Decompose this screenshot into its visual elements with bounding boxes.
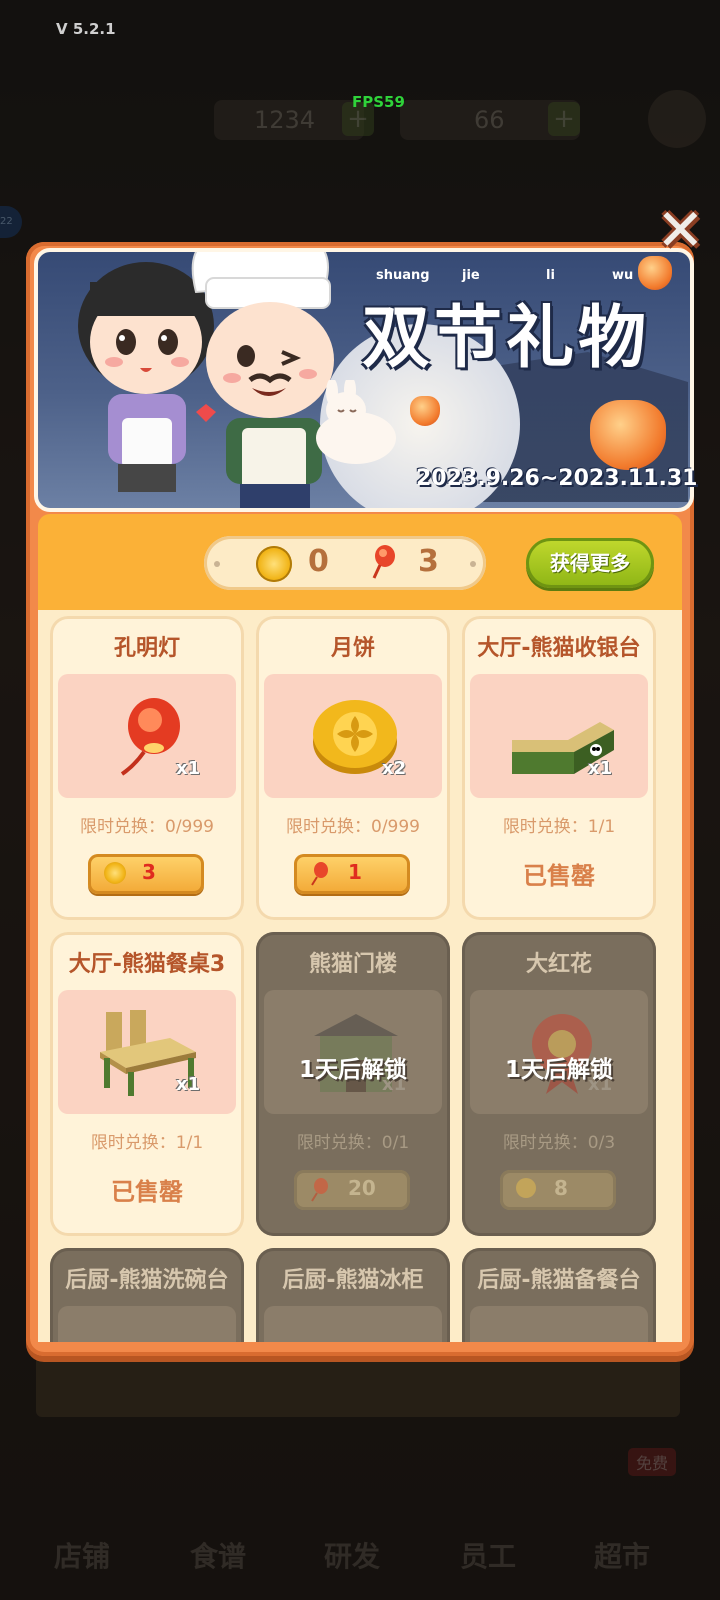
item-card-red-flower[interactable]: 大红花 x1 1天后解锁 限时兑换：0/3 8 bbox=[462, 932, 656, 1236]
item-card-mooncake[interactable]: 月饼 x2 限时兑换：0/999 1 bbox=[256, 616, 450, 920]
item-image: x1 bbox=[470, 674, 648, 798]
lantern-count: 3 bbox=[418, 544, 439, 579]
item-quantity: x2 bbox=[382, 758, 407, 779]
item-card-panda-fridge[interactable]: 后厨-熊猫冰柜 bbox=[256, 1248, 450, 1342]
pinyin-jie: jie bbox=[462, 268, 480, 283]
item-card-panda-cashier[interactable]: 大厅-熊猫收银台 x1 限时兑换：1/1 已售罄 bbox=[462, 616, 656, 920]
close-button[interactable]: ✕ bbox=[656, 201, 705, 259]
exchange-limit: 限时兑换：0/3 bbox=[502, 1133, 616, 1153]
item-name: 大红花 bbox=[525, 952, 592, 977]
exchange-limit: 限时兑换：0/1 bbox=[296, 1133, 410, 1153]
mooncake-icon bbox=[104, 862, 126, 884]
mooncake-count: 0 bbox=[308, 544, 329, 579]
item-image: x2 bbox=[264, 674, 442, 798]
currency-pill bbox=[204, 536, 486, 590]
item-card-panda-gate[interactable]: 熊猫门楼 x1 1天后解锁 限时兑换：0/1 20 bbox=[256, 932, 450, 1236]
item-name: 大厅-熊猫收银台 bbox=[477, 636, 641, 661]
item-name: 大厅-熊猫餐桌3 bbox=[68, 952, 226, 977]
exchange-limit: 限时兑换：0/999 bbox=[286, 817, 420, 837]
sold-out-label: 已售罄 bbox=[111, 1178, 183, 1206]
rabbit-illustration bbox=[316, 380, 396, 464]
item-image: x1 bbox=[58, 990, 236, 1114]
item-name: 后厨-熊猫冰柜 bbox=[282, 1268, 424, 1293]
item-quantity: x1 bbox=[588, 758, 613, 779]
exchange-button[interactable]: 8 bbox=[500, 1170, 616, 1210]
price-value: 20 bbox=[348, 1176, 376, 1200]
item-image bbox=[58, 1306, 236, 1342]
item-image: x1 bbox=[58, 674, 236, 798]
mooncake-currency-icon bbox=[256, 546, 292, 582]
event-title: 双节礼物 bbox=[362, 299, 651, 378]
item-card-sky-lantern[interactable]: 孔明灯 x1 限时兑换：0/999 3 bbox=[50, 616, 244, 920]
mooncake-icon bbox=[516, 1178, 536, 1198]
sold-out-label: 已售罄 bbox=[523, 862, 595, 890]
exchange-limit: 限时兑换：1/1 bbox=[90, 1133, 204, 1153]
get-more-button[interactable]: 获得更多 bbox=[526, 538, 654, 588]
exchange-button[interactable]: 20 bbox=[294, 1170, 410, 1210]
item-name: 后厨-熊猫备餐台 bbox=[477, 1268, 641, 1293]
fps-counter: FPS59 bbox=[352, 93, 405, 111]
item-name: 孔明灯 bbox=[113, 636, 180, 661]
pinyin-li: li bbox=[546, 268, 555, 283]
sky-lantern-icon bbox=[120, 698, 180, 776]
item-card-panda-dishwasher[interactable]: 后厨-熊猫洗碗台 bbox=[50, 1248, 244, 1342]
item-quantity: x1 bbox=[176, 758, 201, 779]
unlock-countdown: 1天后解锁 bbox=[504, 1057, 613, 1083]
unlock-countdown: 1天后解锁 bbox=[298, 1057, 407, 1083]
pinyin-wu: wu bbox=[612, 268, 634, 283]
lantern-icon bbox=[311, 862, 328, 886]
price-value: 8 bbox=[554, 1176, 568, 1200]
price-value: 3 bbox=[142, 860, 156, 884]
item-image bbox=[470, 1306, 648, 1342]
pill-dot bbox=[470, 561, 476, 567]
price-value: 1 bbox=[348, 860, 362, 884]
lantern-icon bbox=[311, 1178, 328, 1202]
exchange-button[interactable]: 3 bbox=[88, 854, 204, 894]
item-quantity: x1 bbox=[176, 1074, 201, 1095]
exchange-limit: 限时兑换：1/1 bbox=[502, 817, 616, 837]
item-card-panda-table[interactable]: 大厅-熊猫餐桌3 x1 限时兑换：1/1 已售罄 bbox=[50, 932, 244, 1236]
floating-lantern-icon bbox=[590, 400, 666, 470]
event-date-range: 2023.9.26~2023.11.31 bbox=[416, 466, 698, 491]
floating-lantern-icon bbox=[410, 396, 440, 426]
item-image bbox=[264, 1306, 442, 1342]
exchange-limit: 限时兑换：0/999 bbox=[80, 817, 214, 837]
pill-dot bbox=[214, 561, 220, 567]
version-label: V 5.2.1 bbox=[56, 20, 116, 38]
lantern-currency-icon bbox=[372, 545, 395, 579]
item-card-panda-prep-counter[interactable]: 后厨-熊猫备餐台 bbox=[462, 1248, 656, 1342]
item-name: 熊猫门楼 bbox=[308, 952, 397, 977]
pinyin-shuang: shuang bbox=[376, 268, 430, 283]
item-name: 后厨-熊猫洗碗台 bbox=[65, 1268, 229, 1293]
exchange-button[interactable]: 1 bbox=[294, 854, 410, 894]
item-name: 月饼 bbox=[330, 636, 375, 661]
exchange-items-list[interactable]: 孔明灯 x1 限时兑换：0/999 3 月饼 x2 限时兑换：0/999 1 大… bbox=[38, 610, 682, 1342]
